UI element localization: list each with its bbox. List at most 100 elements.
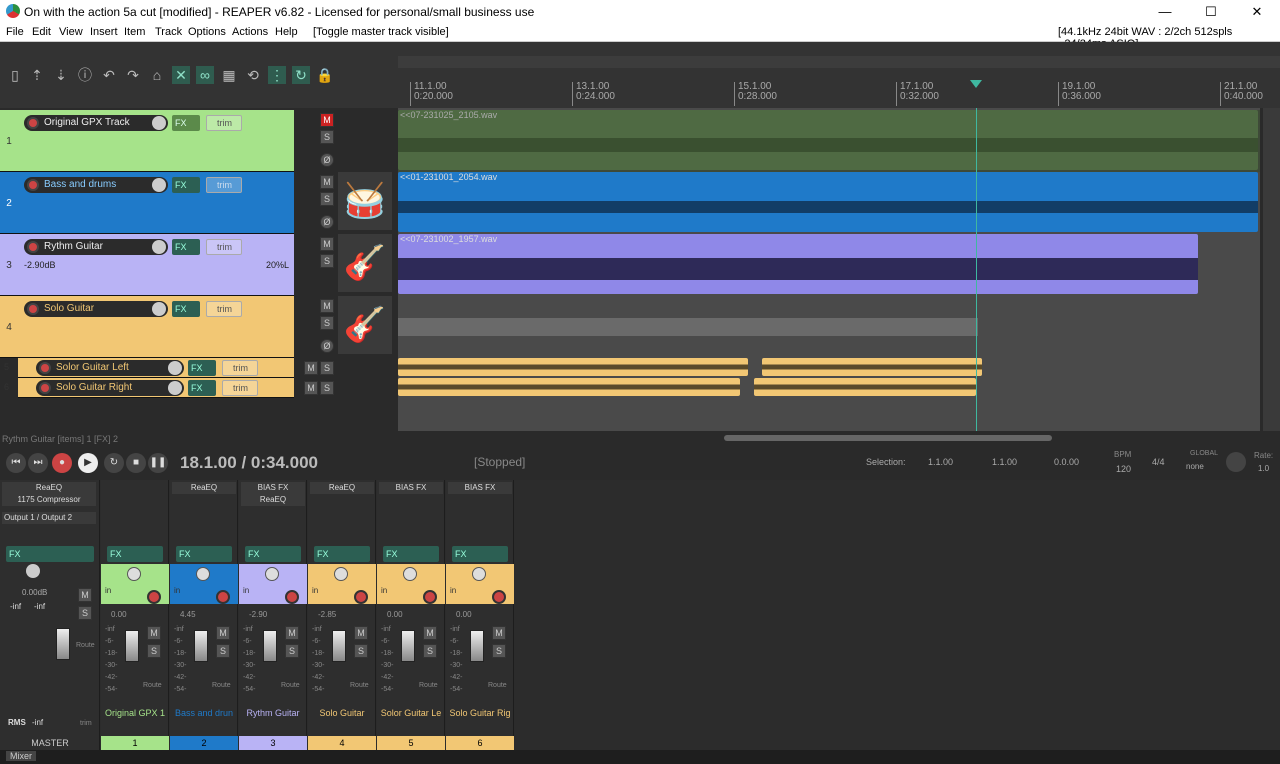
channel-strip-2[interactable]: ReaEQ FX in 4.45 -inf -6- -18- -30- -42- -54- M S…: [170, 480, 238, 750]
pan-knob[interactable]: [472, 567, 486, 581]
input-button[interactable]: in: [450, 586, 456, 595]
pan-knob[interactable]: [196, 567, 210, 581]
volume-fader[interactable]: [470, 630, 484, 662]
timeline-ruler[interactable]: 11.1.00 0:20.000 13.1.00 0:24.000 15.1.00 0…: [398, 42, 1280, 108]
pan-knob[interactable]: [334, 567, 348, 581]
trim-button[interactable]: trim: [206, 115, 242, 131]
selection-length[interactable]: 0.0.00: [1054, 457, 1079, 467]
mute-button[interactable]: M: [320, 113, 334, 127]
mute-button[interactable]: M: [78, 588, 92, 602]
fx-button[interactable]: FX: [383, 546, 439, 562]
record-arm-icon[interactable]: [354, 590, 368, 604]
menu-track[interactable]: Track: [155, 26, 182, 38]
trim-button[interactable]: trim: [206, 301, 242, 317]
menu-insert[interactable]: Insert: [90, 26, 118, 38]
media-item[interactable]: <<01-231001_2054.wav: [398, 172, 1258, 232]
track-name[interactable]: Solo Guitar Right: [36, 380, 184, 396]
fx-button[interactable]: FX: [6, 546, 94, 562]
phase-button[interactable]: Ø: [320, 215, 334, 229]
channel-number[interactable]: 4: [308, 736, 376, 750]
volume-knob[interactable]: [152, 240, 166, 254]
media-item[interactable]: [398, 358, 748, 376]
auto-crossfade-icon[interactable]: ✕: [172, 66, 190, 84]
mute-button[interactable]: M: [285, 626, 299, 640]
horizontal-scrollbar[interactable]: [398, 431, 1280, 445]
snap-icon[interactable]: ⋮: [268, 66, 286, 84]
play-icon[interactable]: ▶: [78, 453, 98, 473]
route-button[interactable]: Route: [143, 682, 162, 689]
track-6[interactable]: 6 Solo Guitar Right FX trim: [4, 378, 294, 398]
volume-fader[interactable]: [56, 628, 70, 660]
fx-button[interactable]: FX: [107, 546, 163, 562]
mute-button[interactable]: M: [216, 626, 230, 640]
menu-view[interactable]: View: [59, 26, 83, 38]
input-button[interactable]: in: [174, 586, 180, 595]
trim-button[interactable]: trim: [206, 239, 242, 255]
solo-button[interactable]: S: [320, 254, 334, 268]
electric-guitar-icon[interactable]: 🎸: [338, 234, 392, 292]
drum-kit-icon[interactable]: 🥁: [338, 172, 392, 230]
mute-button[interactable]: M: [320, 299, 334, 313]
record-arm-icon[interactable]: [285, 590, 299, 604]
record-arm-icon[interactable]: [27, 179, 39, 191]
fx-slot[interactable]: ReaEQ: [310, 482, 374, 494]
time-signature[interactable]: 4/4: [1152, 457, 1165, 467]
scroll-thumb[interactable]: [724, 435, 1052, 441]
track-2[interactable]: 2 Bass and drums FX trim: [0, 172, 294, 234]
channel-strip-4[interactable]: ReaEQ FX in -2.85 -inf -6- -18- -30- -42- -54- M…: [308, 480, 376, 750]
minimize-button[interactable]: —: [1142, 0, 1188, 24]
undo-icon[interactable]: ↶: [100, 66, 118, 84]
volume-fader[interactable]: [332, 630, 346, 662]
input-button[interactable]: in: [381, 586, 387, 595]
lane-6[interactable]: [398, 378, 1260, 398]
track-name[interactable]: Rythm Guitar: [24, 239, 168, 255]
solo-button[interactable]: S: [147, 644, 161, 658]
track-5[interactable]: 5 Solor Guitar Left FX trim: [4, 358, 294, 378]
mute-button[interactable]: M: [320, 237, 334, 251]
mute-button[interactable]: M: [304, 361, 318, 375]
fx-button[interactable]: FX: [188, 360, 216, 376]
pan-knob[interactable]: [265, 567, 279, 581]
solo-button[interactable]: S: [354, 644, 368, 658]
solo-button[interactable]: S: [320, 381, 334, 395]
vertical-scrollbar[interactable]: [1263, 108, 1280, 431]
route-button[interactable]: Route: [281, 682, 300, 689]
pan-knob[interactable]: [403, 567, 417, 581]
save-project-icon[interactable]: ⇣: [52, 66, 70, 84]
go-to-end-icon[interactable]: ⏭: [28, 453, 48, 473]
media-item[interactable]: <<07-231002_1957.wav: [398, 234, 1198, 294]
route-button[interactable]: Route: [419, 682, 438, 689]
volume-knob[interactable]: [168, 361, 182, 375]
mixer-tab[interactable]: Mixer: [6, 751, 36, 761]
close-button[interactable]: ✕: [1234, 0, 1280, 24]
track-name[interactable]: Solor Guitar Left: [36, 360, 184, 376]
channel-strip-1[interactable]: FX in 0.00 -inf -6- -18- -30- -42- -54- M S Route…: [101, 480, 169, 750]
playhead-marker-icon[interactable]: [970, 80, 982, 88]
solo-button[interactable]: S: [320, 130, 334, 144]
phase-button[interactable]: Ø: [320, 339, 334, 353]
solo-button[interactable]: S: [320, 316, 334, 330]
mute-button[interactable]: M: [147, 626, 161, 640]
region-lane[interactable]: [398, 56, 1280, 68]
grid-icon[interactable]: ▦: [220, 66, 238, 84]
pause-icon[interactable]: ❚❚: [148, 453, 168, 473]
fx-button[interactable]: FX: [452, 546, 508, 562]
trim-button[interactable]: trim: [222, 380, 258, 396]
output-routing[interactable]: Output 1 / Output 2: [2, 512, 96, 524]
route-button[interactable]: Route: [212, 682, 231, 689]
record-arm-icon[interactable]: [39, 362, 51, 374]
mute-button[interactable]: M: [354, 626, 368, 640]
channel-strip-5[interactable]: BIAS FX FX in 0.00 -inf -6- -18- -30- -42- -54-…: [377, 480, 445, 750]
rate-knob[interactable]: [1226, 452, 1246, 472]
channel-strip-3[interactable]: BIAS FX ReaEQ FX in -2.90 -inf -6- -18- -30- -4…: [239, 480, 307, 750]
track-3[interactable]: 3 Rythm Guitar FX trim -2.90dB 20%L: [0, 234, 294, 296]
solo-button[interactable]: S: [285, 644, 299, 658]
lock-icon[interactable]: 🔒: [316, 66, 334, 84]
repeat-icon[interactable]: ↻: [104, 453, 124, 473]
fx-button[interactable]: FX: [176, 546, 232, 562]
arrange-view[interactable]: <<07-231025_2105.wav <<01-231001_2054.wa…: [398, 108, 1260, 431]
fx-button[interactable]: FX: [172, 301, 200, 317]
lane-3[interactable]: <<07-231002_1957.wav: [398, 234, 1260, 296]
trim-button[interactable]: trim: [80, 720, 92, 727]
maximize-button[interactable]: ☐: [1188, 0, 1234, 24]
